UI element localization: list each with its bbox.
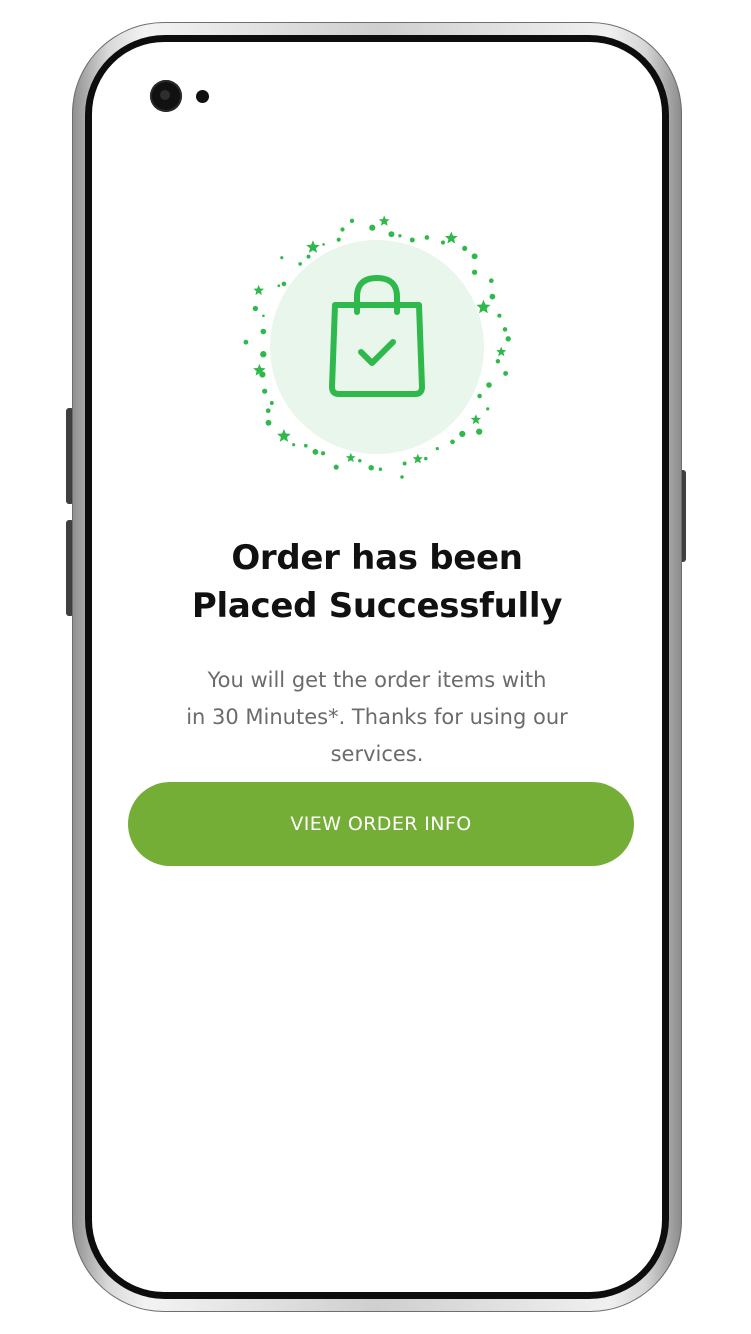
confetti-dot [424, 235, 430, 240]
success-message-line-2: in 30 Minutes*. Thanks for using our [186, 705, 568, 729]
confetti-dot [368, 464, 374, 471]
confetti-star [496, 346, 507, 357]
confetti-dot [462, 245, 468, 251]
confetti-dot [450, 439, 455, 445]
confetti-dot [292, 443, 296, 447]
confetti-dot [398, 234, 402, 238]
confetti-dot [503, 370, 509, 376]
confetti-dot [262, 314, 265, 318]
confetti-dot [306, 254, 311, 259]
confetti-dot [486, 407, 490, 411]
confetti-dot [459, 430, 466, 438]
confetti-ring [243, 215, 511, 479]
confetti-dot [252, 305, 259, 312]
confetti-dot [495, 359, 501, 364]
confetti-star [253, 284, 264, 295]
phone-frame: Order has been Placed Successfully You w… [72, 22, 682, 1312]
confetti-dot [505, 336, 511, 342]
confetti-star [306, 240, 320, 253]
view-order-info-button[interactable]: VIEW ORDER INFO [128, 782, 634, 866]
success-title-line-1: Order has been [231, 538, 523, 578]
confetti-dot [409, 237, 415, 243]
sensor-icon [196, 90, 209, 103]
confetti-star [277, 429, 291, 442]
confetti-dot [312, 449, 319, 455]
confetti-dot [269, 401, 274, 405]
confetti-dot [262, 388, 268, 394]
confetti-star [378, 215, 390, 226]
confetti-star [412, 453, 423, 464]
halo-circle [270, 240, 484, 454]
confetti-dot [388, 231, 395, 238]
confetti-dot [358, 458, 362, 463]
confetti-dot [320, 451, 326, 456]
success-title-line-2: Placed Successfully [191, 586, 563, 626]
phone-bezel: Order has been Placed Successfully You w… [85, 35, 669, 1299]
confetti-dot [489, 293, 496, 300]
confetti-dot [440, 240, 446, 245]
confetti-dot [265, 408, 271, 414]
success-message-line-1: You will get the order items with [207, 668, 547, 692]
confetti-star [345, 452, 356, 463]
confetti-dot [280, 256, 284, 260]
confetti-dot [277, 284, 281, 288]
confetti-dot [471, 253, 478, 260]
success-message: You will get the order items with in 30 … [152, 662, 602, 773]
page: Order has been Placed Successfully You w… [0, 0, 751, 1334]
confetti-dot [336, 237, 341, 242]
confetti-dot [260, 351, 267, 358]
front-camera-icon [150, 80, 182, 112]
confetti-dot [243, 339, 249, 345]
confetti-dot [497, 313, 502, 318]
confetti-dot [471, 269, 478, 275]
confetti-star [476, 299, 491, 314]
confetti-dot [322, 243, 325, 246]
success-message-line-3: services. [330, 742, 424, 766]
confetti-dot [369, 224, 376, 231]
success-title: Order has been Placed Successfully [132, 534, 622, 630]
confetti-dot [435, 446, 439, 451]
confetti-dot [502, 327, 508, 332]
confetti-dot [333, 464, 339, 470]
confetti-dot [303, 443, 308, 448]
order-success-illustration [242, 212, 512, 482]
confetti-star [444, 231, 458, 244]
confetti-dot [281, 281, 287, 287]
confetti-dot [400, 475, 404, 479]
confetti-dot [265, 419, 272, 426]
confetti-dot [260, 328, 267, 335]
confetti-dot [402, 461, 407, 466]
confetti-dot [488, 278, 494, 284]
confetti-dot [486, 382, 492, 388]
confetti-star [470, 414, 482, 425]
phone-screen: Order has been Placed Successfully You w… [92, 42, 662, 1292]
confetti-dot [476, 428, 483, 435]
confetti-dot [477, 393, 482, 399]
confetti-dot [340, 227, 345, 232]
confetti-dot [378, 467, 383, 472]
confetti-dot [349, 218, 355, 223]
confetti-dot [298, 262, 303, 266]
confetti-dot [424, 456, 428, 461]
